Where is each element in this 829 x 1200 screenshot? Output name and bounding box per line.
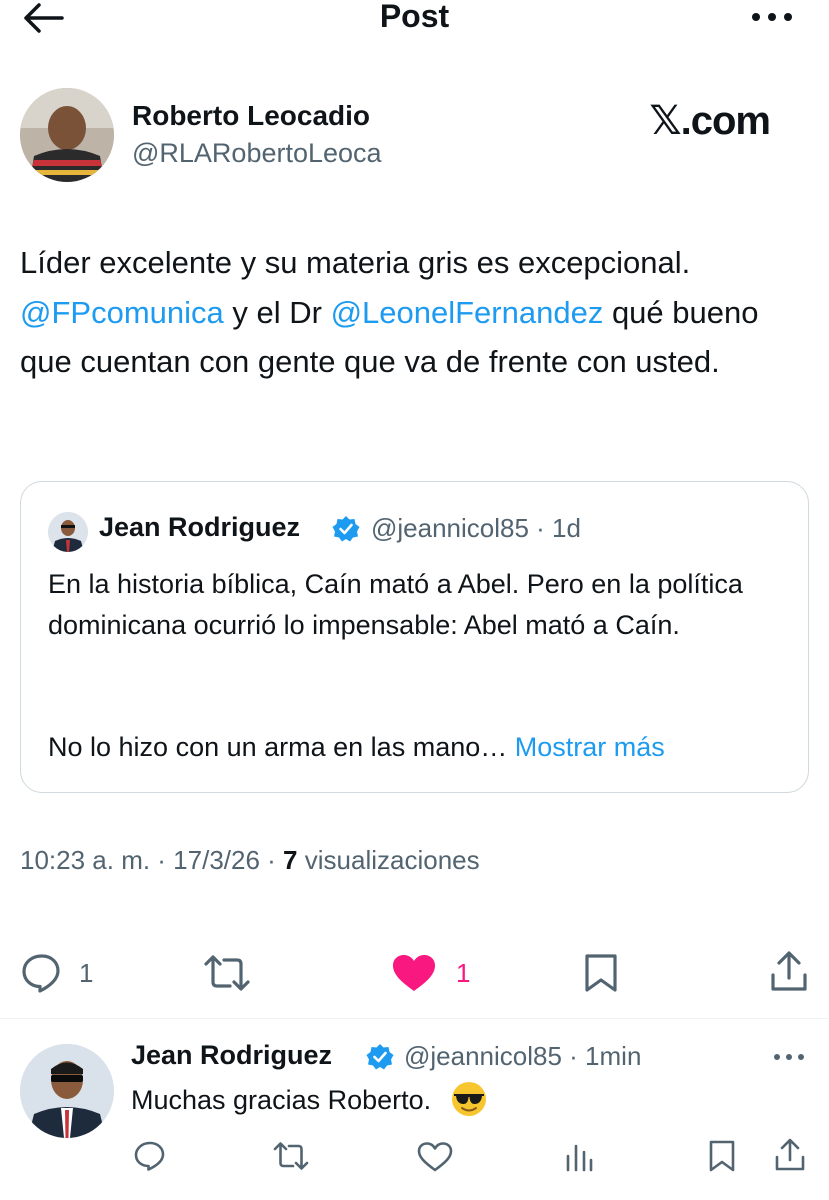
reply-button[interactable]: [20, 953, 64, 993]
page-title: Post: [379, 0, 450, 34]
bookmark-button[interactable]: [584, 953, 618, 993]
retweet-button[interactable]: [203, 955, 251, 991]
quoted-post[interactable]: Jean Rodriguez @jeannicol85 · 1d En la h…: [20, 481, 809, 793]
reply-reply-button[interactable]: [134, 1141, 166, 1171]
quote-text: En la historia bíblica, Caín mató a Abel…: [48, 569, 743, 640]
author-name[interactable]: Roberto Leocadio: [132, 100, 370, 132]
quote-author-avatar: [48, 512, 88, 552]
post-text-part-2: y el Dr: [223, 294, 331, 330]
reply-author-avatar[interactable]: [20, 1044, 114, 1138]
views-count: 7: [283, 845, 298, 875]
mention-leonelfernandez[interactable]: @LeonelFernandez: [331, 295, 604, 330]
reply-text: Muchas gracias Roberto.: [131, 1081, 487, 1120]
divider: [0, 1018, 829, 1019]
top-bar: Post: [0, 0, 829, 36]
post-author: Roberto Leocadio @RLARobertoLeoca 𝕏.com: [20, 88, 810, 184]
quote-handle-time: @jeannicol85 · 1d: [371, 513, 581, 543]
post-text: Líder excelente y su materia gris es exc…: [20, 238, 810, 387]
reply-author-name[interactable]: Jean Rodriguez: [131, 1040, 332, 1071]
verified-badge-icon: [332, 515, 360, 543]
like-button[interactable]: [392, 954, 436, 992]
verified-badge-icon: [366, 1043, 394, 1071]
quote-text-2: No lo hizo con un arma en las mano…: [48, 732, 508, 762]
reply-retweet-button[interactable]: [273, 1142, 309, 1170]
reply-count: 1: [79, 958, 94, 988]
reply-bookmark-button[interactable]: [708, 1140, 736, 1172]
quote-text-truncated: No lo hizo con un arma en las mano… Most…: [48, 727, 788, 768]
like-count: 1: [456, 958, 471, 988]
reply-like-button[interactable]: [417, 1142, 453, 1172]
post-timestamp: 10:23 a. m. · 17/3/26 ·: [20, 845, 276, 875]
x-com-logo: 𝕏.com: [649, 99, 771, 143]
sunglasses-emoji-icon: [451, 1081, 487, 1117]
post-metadata: 10:23 a. m. · 17/3/26 · 7 visualizacione…: [20, 845, 480, 876]
mention-fpcomunica[interactable]: @FPcomunica: [20, 295, 224, 330]
author-handle[interactable]: @RLARobertoLeoca: [132, 138, 382, 169]
quote-author-name: Jean Rodriguez: [99, 512, 301, 542]
reply-text-content: Muchas gracias Roberto.: [131, 1085, 432, 1116]
reply-more-icon[interactable]: [773, 1050, 805, 1064]
reply-views-button[interactable]: [564, 1140, 594, 1172]
share-button[interactable]: [770, 951, 808, 993]
reply-share-button[interactable]: [774, 1138, 806, 1172]
author-avatar[interactable]: [20, 88, 114, 182]
reply-handle-time: @jeannicol85 · 1min: [404, 1041, 642, 1071]
post-text-part-1: Líder excelente y su materia gris es exc…: [20, 245, 691, 280]
more-options-icon[interactable]: [751, 8, 793, 26]
show-more-link[interactable]: Mostrar más: [515, 732, 665, 762]
views-label: visualizaciones: [304, 845, 480, 875]
